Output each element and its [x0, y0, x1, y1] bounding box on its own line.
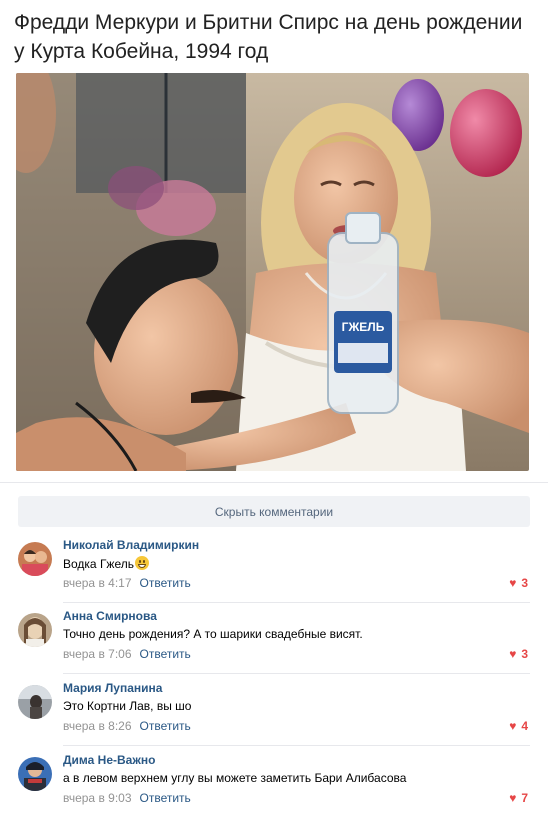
like-count: 3 — [521, 576, 528, 590]
comment-text: Водка Гжель — [63, 556, 149, 571]
grinning-emoji-icon — [135, 556, 149, 570]
comment-time[interactable]: вчера в 8:26 — [63, 719, 132, 733]
comment-separator — [63, 745, 530, 746]
comment-meta: вчера в 8:26 Ответить — [63, 719, 191, 733]
hide-comments-button[interactable]: Скрыть комментарии — [18, 496, 530, 527]
like-count: 4 — [521, 719, 528, 733]
comment-time[interactable]: вчера в 7:06 — [63, 647, 132, 661]
comment-text: Точно день рождения? А то шарики свадебн… — [63, 627, 363, 641]
like-button[interactable]: ♥ 4 — [509, 719, 528, 733]
like-count: 3 — [521, 647, 528, 661]
reply-link[interactable]: Ответить — [140, 576, 191, 590]
post-photo[interactable]: ГЖЕЛЬ — [16, 73, 529, 471]
heart-icon: ♥ — [509, 576, 517, 590]
heart-icon: ♥ — [509, 791, 517, 805]
comment-separator — [63, 673, 530, 674]
avatar[interactable] — [18, 542, 52, 576]
comment-time[interactable]: вчера в 4:17 — [63, 576, 132, 590]
comment-separator — [63, 602, 530, 603]
comment-author[interactable]: Мария Лупанина — [63, 681, 162, 695]
comment-author[interactable]: Дима Не-Важно — [63, 753, 155, 767]
bottle-label: ГЖЕЛЬ — [342, 320, 385, 334]
like-button[interactable]: ♥ 3 — [509, 647, 528, 661]
heart-icon: ♥ — [509, 719, 517, 733]
comment-author[interactable]: Николай Владимиркин — [63, 538, 199, 552]
like-button[interactable]: ♥ 3 — [509, 576, 528, 590]
heart-icon: ♥ — [509, 647, 517, 661]
like-button[interactable]: ♥ 7 — [509, 791, 528, 805]
comment-time[interactable]: вчера в 9:03 — [63, 791, 132, 805]
avatar[interactable] — [18, 757, 52, 791]
reply-link[interactable]: Ответить — [140, 719, 191, 733]
post-caption: Фредди Меркури и Бритни Спирс на день ро… — [14, 11, 523, 63]
avatar[interactable] — [18, 613, 52, 647]
divider — [0, 482, 548, 483]
reply-link[interactable]: Ответить — [140, 647, 191, 661]
comment-text: Это Кортни Лав, вы шо — [63, 699, 192, 713]
comment-meta: вчера в 9:03 Ответить — [63, 791, 191, 805]
like-count: 7 — [521, 791, 528, 805]
reply-link[interactable]: Ответить — [140, 791, 191, 805]
avatar[interactable] — [18, 685, 52, 719]
party-photo-illustration: ГЖЕЛЬ — [16, 73, 529, 471]
comment-author[interactable]: Анна Смирнова — [63, 609, 157, 623]
comment-meta: вчера в 7:06 Ответить — [63, 647, 191, 661]
comment-text: а в левом верхнем углу вы можете заметит… — [63, 771, 407, 785]
comment-meta: вчера в 4:17 Ответить — [63, 576, 191, 590]
